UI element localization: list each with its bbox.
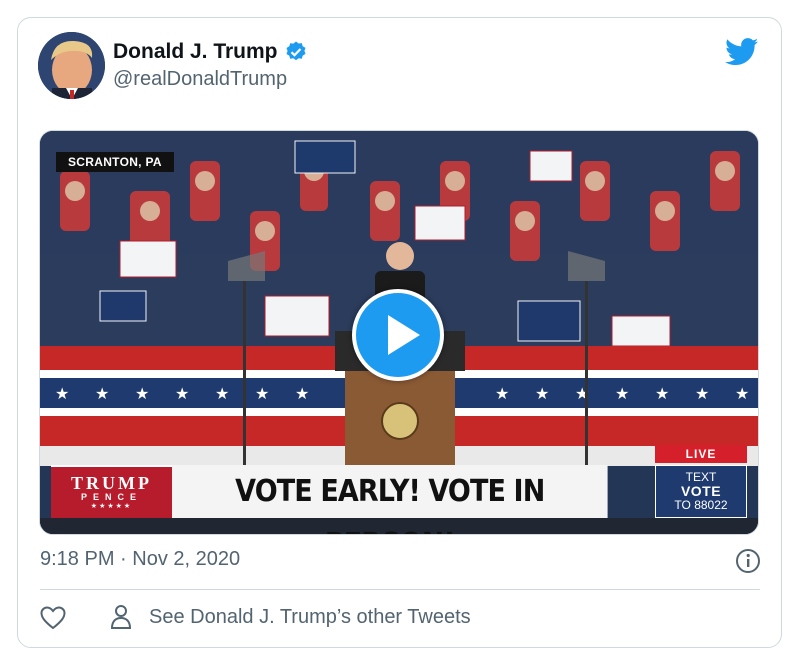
text-line1: TEXT [685,470,717,484]
svg-text:★: ★ [55,384,69,403]
svg-text:★: ★ [215,384,229,403]
tweet-timestamp[interactable]: 9:18 PM · Nov 2, 2020 [40,548,240,571]
author-handle[interactable]: @realDonaldTrump [113,68,287,91]
chyron-headline: VOTE EARLY! VOTE IN PERSON! [172,465,608,534]
author-display-name[interactable]: Donald J. Trump [113,40,278,64]
heart-icon[interactable] [40,606,66,630]
svg-text:★: ★ [615,384,629,403]
video-player[interactable]: ★★★ ★★★ ★★★ ★★★ ★★ SCRANTON, PA [39,130,759,535]
brand-stars: ★★★★★ [90,503,133,510]
svg-text:★: ★ [655,384,669,403]
svg-text:★: ★ [295,384,309,403]
svg-text:★: ★ [735,384,749,403]
svg-text:★: ★ [695,384,709,403]
svg-text:★: ★ [175,384,189,403]
trump-pence-logo: TRUMP PENCE ★★★★★ [51,465,172,518]
news-chyron: TRUMP PENCE ★★★★★ VOTE EARLY! VOTE IN PE… [40,445,758,534]
play-icon [388,315,420,355]
live-badge: LIVE [655,445,747,463]
text-line2: VOTE [680,483,722,499]
svg-text:★: ★ [255,384,269,403]
verified-badge-icon [286,41,306,61]
svg-text:★: ★ [95,384,109,403]
svg-text:★: ★ [135,384,149,403]
svg-text:★: ★ [495,384,509,403]
info-icon[interactable] [735,548,761,574]
author-name-row[interactable]: Donald J. Trump [113,40,308,64]
play-button[interactable] [352,289,444,381]
text-to-vote-box: TEXT VOTE TO 88022 [655,465,747,518]
text-line3: TO 88022 [674,498,728,512]
see-other-tweets-link[interactable]: See Donald J. Trump’s other Tweets [149,606,471,629]
divider [40,589,760,590]
brand-line1: TRUMP [71,473,152,493]
avatar[interactable] [38,32,105,99]
tweet-card: Donald J. Trump @realDonaldTrump ★ ★ ★ ★… [17,17,782,648]
user-icon[interactable] [110,604,132,630]
location-tag: SCRANTON, PA [56,152,174,172]
svg-text:★: ★ [535,384,549,403]
brand-line2: PENCE [80,492,142,502]
twitter-bird-icon[interactable] [725,38,759,66]
